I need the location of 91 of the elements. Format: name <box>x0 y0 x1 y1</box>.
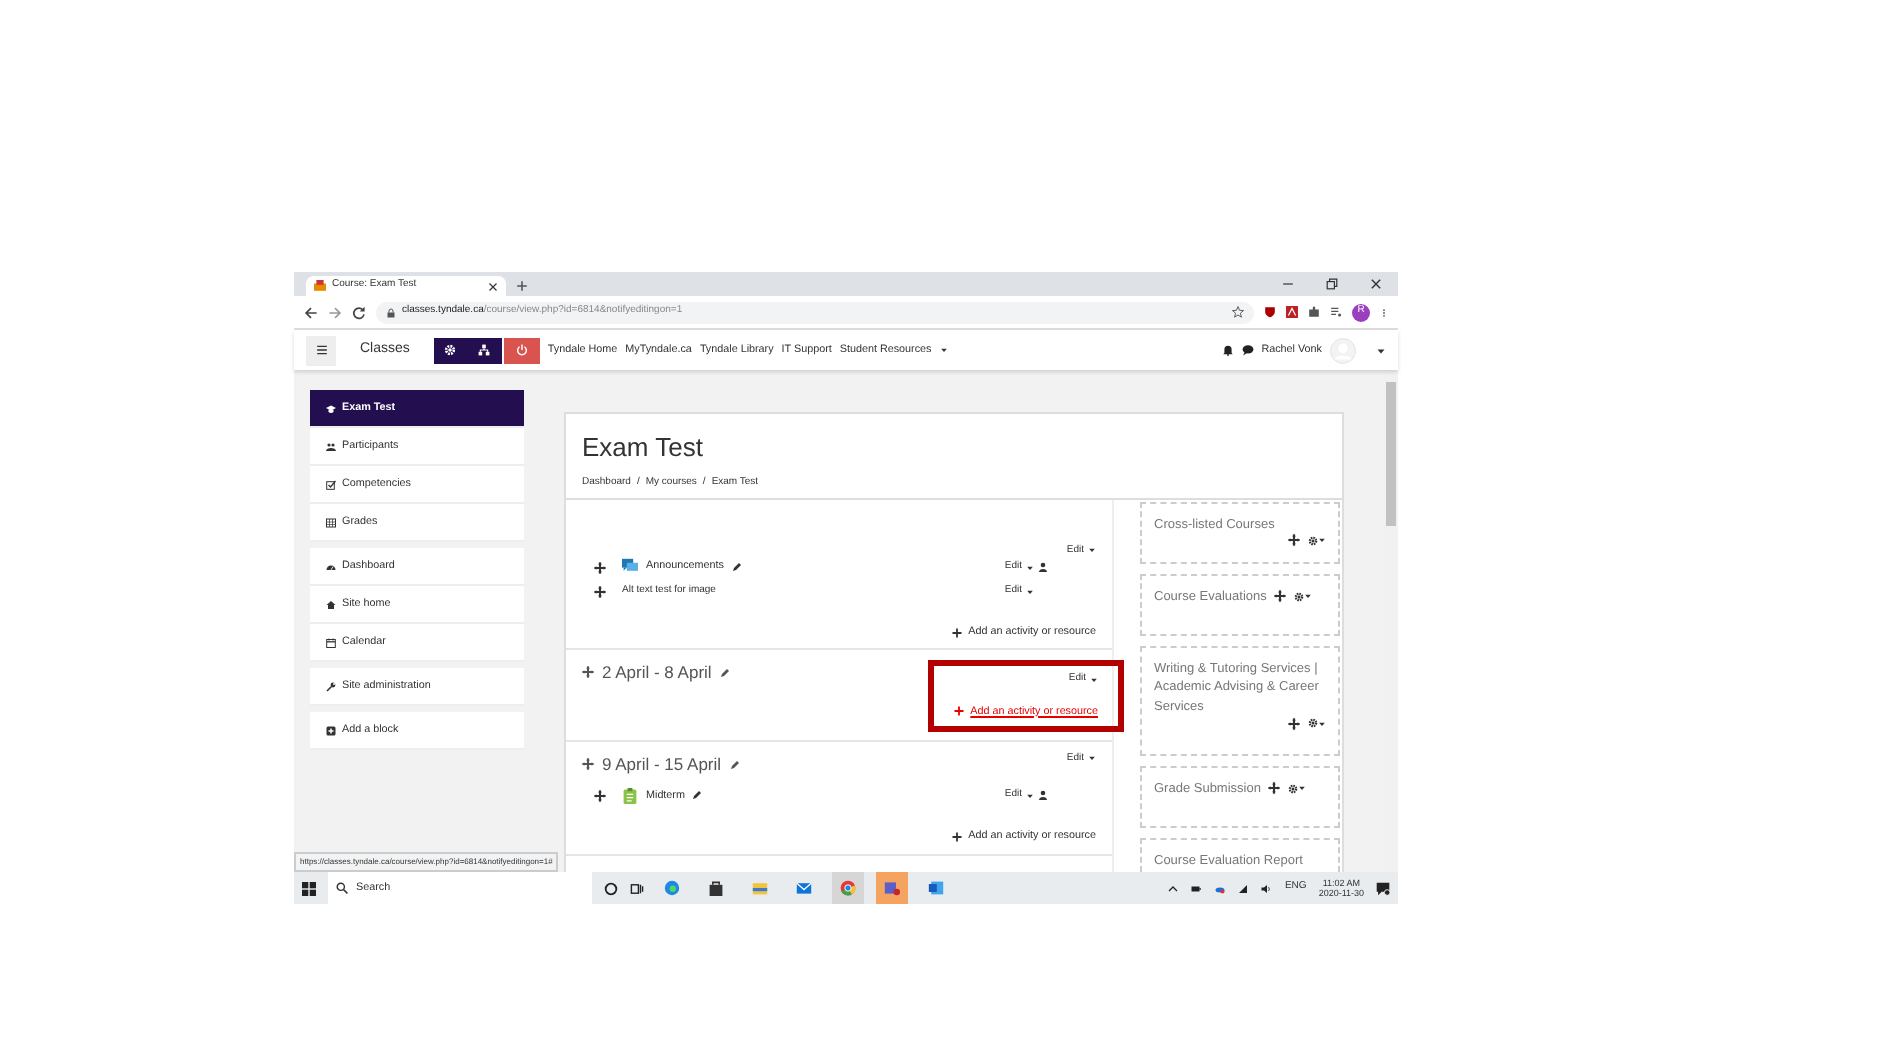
plus-icon <box>954 706 965 717</box>
plus-icon <box>952 627 963 638</box>
close-icon[interactable] <box>488 281 498 291</box>
store-icon[interactable] <box>708 880 724 896</box>
menu-button[interactable] <box>306 335 336 365</box>
gears-icon <box>444 344 457 356</box>
star-icon[interactable] <box>1232 306 1244 318</box>
teams-icon[interactable] <box>884 880 900 896</box>
bell-icon[interactable] <box>1221 344 1234 356</box>
power-button[interactable] <box>503 337 540 363</box>
pencil-icon[interactable] <box>719 667 730 678</box>
plus-icon <box>952 832 963 843</box>
page-title: Exam Test <box>582 434 705 460</box>
scrollbar-thumb[interactable] <box>1386 382 1396 526</box>
caret-icon <box>939 345 948 354</box>
sitemap-button[interactable] <box>467 337 502 363</box>
task-view-icon[interactable] <box>630 881 644 895</box>
caret-icon[interactable] <box>1376 345 1386 355</box>
folder-icon[interactable] <box>752 880 768 896</box>
chrome-icon[interactable] <box>840 880 856 896</box>
reload-icon[interactable] <box>352 305 366 319</box>
caret-icon <box>1318 536 1326 545</box>
pdf-icon[interactable] <box>1286 306 1298 318</box>
caret-icon <box>1026 587 1034 595</box>
wifi-icon[interactable] <box>1238 883 1249 893</box>
graduation-cap-icon <box>326 403 336 413</box>
move-icon[interactable] <box>1274 590 1287 603</box>
move-icon[interactable] <box>594 561 606 573</box>
back-icon[interactable] <box>304 305 318 319</box>
plus-square-icon <box>326 725 336 735</box>
word-icon[interactable] <box>928 880 944 896</box>
pencil-icon[interactable] <box>729 759 740 770</box>
lock-icon <box>386 307 396 317</box>
gear-icon <box>1308 535 1318 546</box>
speaker-icon[interactable] <box>1260 883 1273 893</box>
forward-icon[interactable] <box>328 305 342 319</box>
circle-icon[interactable] <box>604 881 618 895</box>
home-icon <box>326 599 336 609</box>
gear-icon <box>1294 591 1305 602</box>
favicon-icon <box>314 280 326 292</box>
caret-icon <box>1304 592 1313 601</box>
gauge-icon <box>326 561 336 571</box>
move-icon[interactable] <box>1288 534 1300 547</box>
gear-icon <box>1308 718 1318 729</box>
mail-icon[interactable] <box>796 880 812 896</box>
battery-icon[interactable] <box>1190 883 1203 893</box>
caret-icon <box>1318 719 1326 728</box>
minimize-icon[interactable] <box>1282 278 1294 290</box>
block-actions-menu[interactable] <box>1294 591 1313 602</box>
chat-icon[interactable] <box>1241 344 1254 356</box>
browser-icon[interactable] <box>664 880 680 896</box>
person-icon[interactable] <box>1038 790 1048 801</box>
person-icon[interactable] <box>1038 562 1048 572</box>
move-icon[interactable] <box>582 666 594 679</box>
wrench-icon <box>326 681 336 691</box>
shield-icon[interactable] <box>1264 306 1276 318</box>
checkbox-icon <box>326 479 336 489</box>
notification-icon[interactable] <box>1376 881 1390 895</box>
windows-icon[interactable] <box>302 881 316 895</box>
caret-icon <box>1298 784 1307 793</box>
clipboard-icon[interactable] <box>622 787 638 804</box>
pencil-icon[interactable] <box>731 561 742 572</box>
caret-icon <box>1026 563 1034 571</box>
block-actions-menu[interactable] <box>1288 783 1307 794</box>
cloud-icon[interactable] <box>1214 883 1227 893</box>
playlist-icon[interactable] <box>1330 306 1342 318</box>
restore-icon[interactable] <box>1326 278 1338 290</box>
move-icon[interactable] <box>594 789 606 802</box>
move-icon[interactable] <box>594 585 606 597</box>
table-icon <box>326 517 336 527</box>
move-icon[interactable] <box>582 758 594 771</box>
block-actions-menu[interactable] <box>1308 535 1326 546</box>
calendar-icon <box>326 637 336 647</box>
users-icon <box>326 441 336 451</box>
move-icon[interactable] <box>1288 717 1300 730</box>
power-icon <box>515 344 528 356</box>
search-icon <box>336 882 348 894</box>
section-title: 2 April - 8 April <box>602 660 712 686</box>
new-tab-icon[interactable] <box>516 280 528 292</box>
forum-icon[interactable] <box>622 558 638 575</box>
block-actions-menu[interactable] <box>1308 718 1326 729</box>
chevron-up-icon[interactable] <box>1168 883 1179 893</box>
puzzle-icon[interactable] <box>1308 306 1320 318</box>
close-icon[interactable] <box>1370 278 1382 290</box>
section-title: 9 April - 15 April <box>602 751 722 777</box>
pencil-icon[interactable] <box>692 790 703 801</box>
sitemap-icon <box>478 344 491 356</box>
menu-icon <box>315 344 327 356</box>
cogs-button[interactable] <box>433 337 468 363</box>
move-icon[interactable] <box>1268 782 1281 795</box>
gear-icon <box>1288 783 1299 794</box>
